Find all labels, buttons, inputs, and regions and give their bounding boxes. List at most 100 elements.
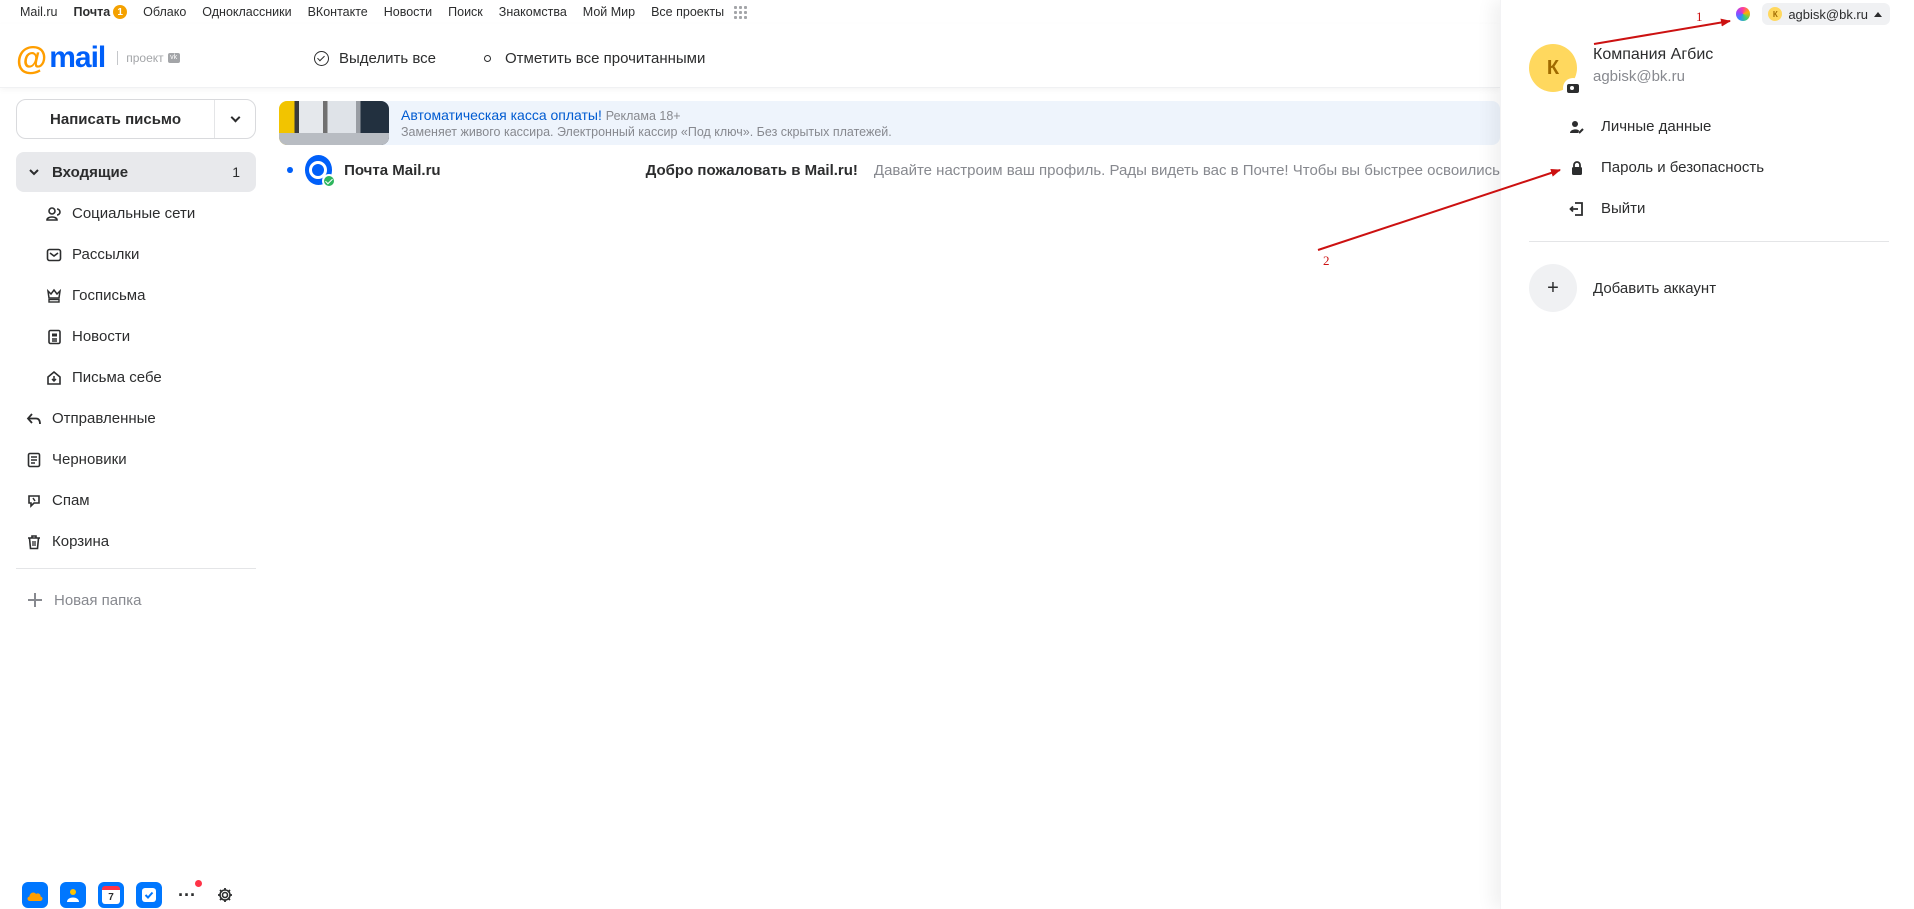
plus-icon: + bbox=[1529, 264, 1577, 312]
logout-icon bbox=[1569, 201, 1585, 217]
folder-newsletters-label: Рассылки bbox=[72, 246, 140, 263]
menu-personal-data-label: Личные данные bbox=[1601, 118, 1712, 135]
spam-icon bbox=[26, 493, 42, 509]
cloud-app-button[interactable] bbox=[22, 882, 48, 908]
gov-icon bbox=[46, 288, 62, 304]
compose-group: Написать письмо bbox=[16, 99, 256, 139]
menu-logout[interactable]: Выйти bbox=[1529, 188, 1889, 229]
more-apps-button[interactable]: ··· bbox=[174, 880, 202, 908]
select-all-button[interactable]: Выделить все bbox=[314, 50, 436, 67]
new-folder-button[interactable]: Новая папка bbox=[16, 584, 141, 616]
chevron-down-icon bbox=[230, 112, 240, 122]
logo-at-icon: @ bbox=[16, 40, 48, 76]
account-chip-email: agbisk@bk.ru bbox=[1788, 6, 1868, 22]
sent-icon bbox=[26, 411, 42, 427]
portal-link-ok[interactable]: Одноклассники bbox=[202, 5, 291, 19]
calendar-app-button[interactable]: 7 bbox=[98, 882, 124, 908]
mark-all-read-label: Отметить все прочитанными bbox=[505, 50, 706, 67]
folder-newsletters[interactable]: Рассылки bbox=[16, 234, 256, 275]
letter-subject: Добро пожаловать в Mail.ru! bbox=[645, 161, 858, 179]
more-dots-icon: ··· bbox=[178, 884, 196, 905]
unread-indicator[interactable] bbox=[287, 167, 293, 173]
profile-name: Компания Агбис bbox=[1593, 46, 1714, 63]
new-folder-label: Новая папка bbox=[54, 591, 142, 609]
ad-title[interactable]: Автоматическая касса оплаты! bbox=[401, 107, 602, 123]
letter-row[interactable]: Почта Mail.ru Добро пожаловать в Mail.ru… bbox=[279, 152, 1500, 188]
portal-link-all-projects[interactable]: Все проекты bbox=[651, 5, 748, 19]
social-icon bbox=[46, 206, 62, 222]
self-letter-icon bbox=[46, 370, 62, 386]
folder-sent[interactable]: Отправленные bbox=[16, 398, 256, 439]
ad-banner[interactable]: Автоматическая касса оплаты! Реклама 18+… bbox=[279, 101, 1500, 145]
plus-icon bbox=[28, 593, 42, 607]
account-chip[interactable]: К agbisk@bk.ru bbox=[1762, 3, 1890, 25]
folder-self[interactable]: Письма себе bbox=[16, 357, 256, 398]
account-menu: Личные данные Пароль и безопасность Выйт… bbox=[1529, 106, 1889, 229]
folder-inbox[interactable]: Входящие 1 bbox=[16, 152, 256, 192]
portal-link-mail-label: Почта bbox=[73, 5, 111, 19]
ad-text: Автоматическая касса оплаты! Реклама 18+… bbox=[401, 107, 892, 139]
portal-link-mailru[interactable]: Mail.ru bbox=[20, 5, 58, 19]
tasks-app-button[interactable] bbox=[136, 882, 162, 908]
mark-all-read-button[interactable]: Отметить все прочитанными bbox=[484, 50, 705, 67]
portal-link-search[interactable]: Поиск bbox=[448, 5, 483, 19]
newsletter-icon bbox=[46, 247, 62, 263]
verified-icon bbox=[322, 174, 337, 188]
sidebar-divider bbox=[16, 568, 256, 569]
ad-description: Заменяет живого кассира. Электронный кас… bbox=[401, 125, 892, 139]
contacts-icon bbox=[67, 889, 79, 902]
calendar-icon: 7 bbox=[102, 886, 120, 904]
folder-spam[interactable]: Спам bbox=[16, 480, 256, 521]
letter-snippet: Давайте настроим ваш профиль. Рады видет… bbox=[873, 161, 1500, 179]
menu-password-security-label: Пароль и безопасность bbox=[1601, 159, 1765, 176]
notification-dot bbox=[195, 880, 202, 887]
compose-button[interactable]: Написать письмо bbox=[17, 100, 215, 138]
menu-password-security[interactable]: Пароль и безопасность bbox=[1529, 147, 1889, 188]
portal-link-news[interactable]: Новости bbox=[384, 5, 432, 19]
mail-unread-badge: 1 bbox=[113, 5, 128, 19]
portal-link-myworld[interactable]: Мой Мир bbox=[583, 5, 635, 19]
contacts-app-button[interactable] bbox=[60, 882, 86, 908]
apps-grid-icon bbox=[734, 5, 748, 19]
gear-icon bbox=[218, 888, 232, 902]
add-account-button[interactable]: + Добавить аккаунт bbox=[1529, 264, 1716, 312]
letter-sender: Почта Mail.ru bbox=[344, 161, 441, 179]
mail-logo[interactable]: @ mail проект vk bbox=[16, 40, 180, 76]
account-dropdown: К agbisk@bk.ru К Компания Агбис agbisk@b… bbox=[1500, 0, 1914, 909]
menu-personal-data[interactable]: Личные данные bbox=[1529, 106, 1889, 147]
user-edit-icon bbox=[1569, 119, 1585, 135]
ad-tag: Реклама 18+ bbox=[605, 109, 681, 123]
sender-avatar bbox=[304, 155, 337, 188]
portal-link-vk[interactable]: ВКонтакте bbox=[308, 5, 368, 19]
compose-more-button[interactable] bbox=[215, 100, 255, 138]
portal-nav: Mail.ru Почта 1 Облако Одноклассники ВКон… bbox=[0, 0, 1500, 24]
mini-avatar: К bbox=[1768, 7, 1783, 21]
annotation-label-1: 1 bbox=[1696, 9, 1703, 24]
vk-combo-icon[interactable] bbox=[1736, 7, 1751, 21]
portal-link-cloud[interactable]: Облако bbox=[143, 5, 186, 19]
add-account-label: Добавить аккаунт bbox=[1593, 279, 1717, 297]
portal-link-dating[interactable]: Знакомства bbox=[499, 5, 567, 19]
account-bar: К agbisk@bk.ru bbox=[1736, 3, 1890, 25]
folder-drafts[interactable]: Черновики bbox=[16, 439, 256, 480]
folder-inbox-label: Входящие bbox=[52, 163, 129, 181]
folder-trash[interactable]: Корзина bbox=[16, 521, 256, 562]
trash-icon bbox=[26, 534, 42, 550]
profile-avatar[interactable]: К bbox=[1529, 44, 1583, 98]
folder-gov[interactable]: Госписьма bbox=[16, 275, 256, 316]
folder-news[interactable]: Новости bbox=[16, 316, 256, 357]
cloud-icon bbox=[27, 892, 43, 901]
caret-up-icon bbox=[1874, 11, 1882, 17]
settings-button[interactable] bbox=[212, 882, 238, 908]
inbox-count: 1 bbox=[232, 164, 240, 180]
profile-info: Компания Агбис agbisk@bk.ru bbox=[1593, 46, 1713, 92]
profile-header: К Компания Агбис agbisk@bk.ru bbox=[1529, 44, 1713, 98]
folder-self-label: Письма себе bbox=[72, 369, 162, 386]
ad-image bbox=[279, 101, 389, 145]
logo-text: mail bbox=[49, 41, 106, 74]
camera-icon[interactable] bbox=[1563, 78, 1583, 98]
folder-social[interactable]: Социальные сети bbox=[16, 193, 256, 234]
tasks-icon bbox=[142, 888, 156, 902]
dropdown-divider bbox=[1529, 241, 1889, 242]
portal-link-mail[interactable]: Почта 1 bbox=[74, 5, 128, 19]
